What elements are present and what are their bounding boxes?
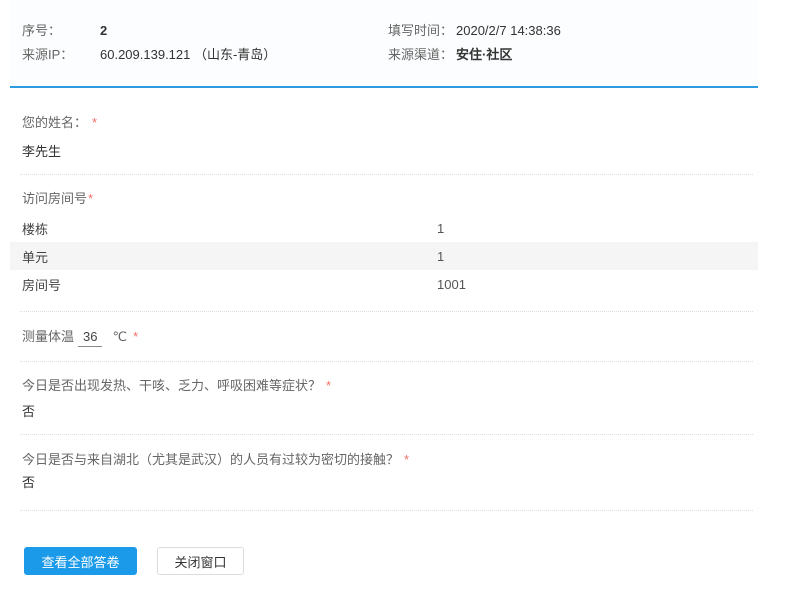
- source-ip-label: 来源IP：: [22, 47, 100, 62]
- divider: [20, 311, 753, 312]
- row-value: 1: [437, 249, 444, 264]
- question-symptoms-label: 今日是否出现发热、干咳、乏力、呼吸困难等症状？ *: [22, 378, 746, 394]
- question-hubei-contact: 今日是否与来自湖北（尤其是武汉）的人员有过较为密切的接触？ * 否: [10, 452, 758, 491]
- question-room-label: 访问房间号*: [22, 191, 746, 207]
- question-hubei-contact-label: 今日是否与来自湖北（尤其是武汉）的人员有过较为密切的接触？ *: [22, 452, 746, 468]
- temperature-label: 测量体温: [22, 328, 74, 346]
- room-table: 楼栋 1 单元 1 房间号 1001: [10, 214, 758, 298]
- temperature-unit: ℃: [112, 328, 127, 346]
- fill-time-label: 填写时间：: [388, 23, 456, 38]
- required-asterisk: *: [326, 378, 331, 393]
- table-row-unit: 单元 1: [10, 242, 758, 270]
- question-name-answer: 李先生: [22, 144, 746, 160]
- channel-value: 安住·社区: [456, 47, 512, 62]
- channel-label: 来源渠道：: [388, 47, 456, 62]
- question-room-text: 访问房间号: [22, 191, 87, 206]
- question-hubei-contact-text: 今日是否与来自湖北（尤其是武汉）的人员有过较为密切的接触？: [22, 452, 399, 467]
- fill-time-value: 2020/2/7 14:38:36: [456, 23, 561, 38]
- close-window-button[interactable]: 关闭窗口: [157, 547, 244, 575]
- divider: [20, 174, 753, 175]
- source-ip-row: 来源IP： 60.209.139.121 （山东-青岛）: [22, 47, 388, 62]
- required-asterisk: *: [404, 452, 409, 467]
- row-value: 1001: [437, 277, 466, 292]
- row-label: 单元: [22, 247, 437, 266]
- fill-time-row: 填写时间： 2020/2/7 14:38:36: [388, 23, 561, 38]
- table-row-roomno: 房间号 1001: [10, 270, 758, 298]
- footer-actions: 查看全部答卷 关闭窗口: [24, 547, 758, 575]
- response-meta-header: 序号： 2 来源IP： 60.209.139.121 （山东-青岛） 填写时间：…: [10, 0, 758, 88]
- question-temperature: 测量体温 36 ℃ *: [22, 328, 746, 347]
- question-symptoms-text: 今日是否出现发热、干咳、乏力、呼吸困难等症状？: [22, 378, 321, 393]
- channel-row: 来源渠道： 安住·社区: [388, 47, 561, 62]
- question-symptoms: 今日是否出现发热、干咳、乏力、呼吸困难等症状？ * 否: [10, 378, 758, 420]
- divider: [20, 361, 753, 362]
- row-value: 1: [437, 221, 444, 236]
- divider: [20, 510, 753, 511]
- meta-right-column: 填写时间： 2020/2/7 14:38:36 来源渠道： 安住·社区: [388, 23, 561, 62]
- required-asterisk: *: [92, 115, 97, 130]
- serial-row: 序号： 2: [22, 23, 388, 38]
- question-hubei-contact-answer: 否: [22, 475, 746, 491]
- question-name-text: 您的姓名：: [22, 115, 87, 130]
- temperature-value: 36: [78, 328, 102, 347]
- required-asterisk: *: [88, 191, 93, 206]
- question-name-label: 您的姓名： *: [22, 115, 746, 131]
- survey-response-detail-page: 序号： 2 来源IP： 60.209.139.121 （山东-青岛） 填写时间：…: [0, 0, 800, 611]
- serial-value: 2: [100, 23, 107, 38]
- divider: [20, 434, 753, 435]
- question-room: 访问房间号* 楼栋 1 单元 1 房间号 1001: [10, 191, 758, 298]
- table-row-building: 楼栋 1: [10, 214, 758, 242]
- row-label: 房间号: [22, 275, 437, 294]
- question-name: 您的姓名： * 李先生: [10, 115, 758, 160]
- row-label: 楼栋: [22, 219, 437, 238]
- required-asterisk: *: [133, 328, 138, 346]
- question-symptoms-answer: 否: [22, 404, 746, 420]
- view-all-responses-button[interactable]: 查看全部答卷: [24, 547, 137, 575]
- response-content: 序号： 2 来源IP： 60.209.139.121 （山东-青岛） 填写时间：…: [10, 0, 758, 575]
- source-ip-value: 60.209.139.121 （山东-青岛）: [100, 47, 276, 62]
- meta-left-column: 序号： 2 来源IP： 60.209.139.121 （山东-青岛）: [22, 23, 388, 62]
- serial-label: 序号：: [22, 23, 100, 38]
